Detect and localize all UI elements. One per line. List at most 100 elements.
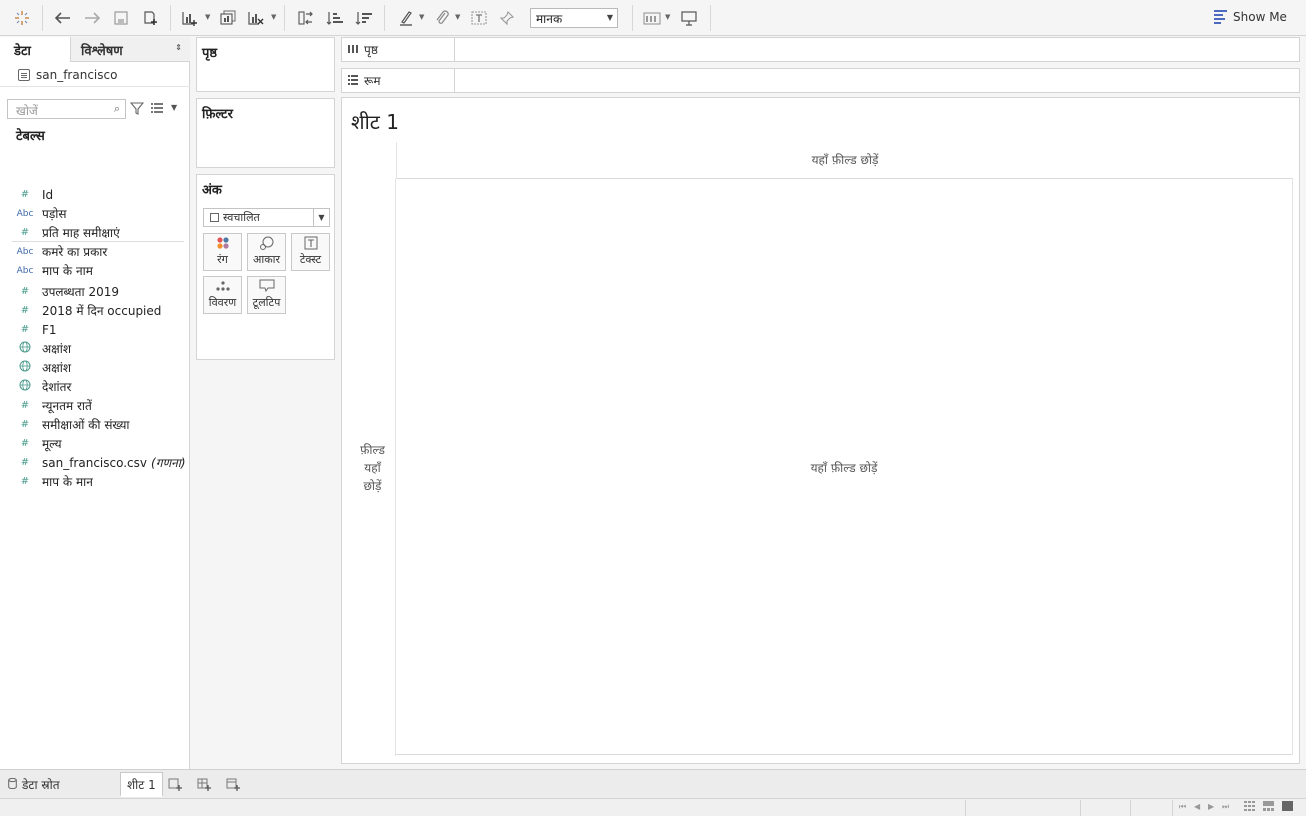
group-caret-icon[interactable]: ▼ (455, 13, 460, 21)
new-worksheet-icon[interactable] (178, 6, 202, 30)
tab-analysis[interactable]: विश्लेषण ⇕ (70, 37, 190, 62)
clear-sheet-caret-icon[interactable]: ▼ (271, 13, 276, 21)
filter-icon[interactable] (130, 101, 144, 115)
tab-sheet-1[interactable]: शीट 1 (120, 772, 163, 797)
size-mark-button[interactable]: आकार (247, 233, 286, 271)
field-item[interactable]: # समीक्षाओं की संख्या (16, 415, 186, 434)
datasource-icon (18, 68, 30, 81)
tab-view-icon[interactable] (1282, 801, 1293, 813)
globe-icon (16, 379, 34, 395)
field-item[interactable]: Abc कमरे का प्रकार (16, 242, 186, 261)
chevron-down-icon: ▼ (313, 209, 329, 226)
list-view-icon[interactable] (151, 103, 163, 113)
field-label: मूल्य (42, 437, 62, 451)
new-dashboard-tab-icon[interactable] (196, 776, 212, 792)
field-label: san_francisco.csv (42, 455, 148, 470)
collapse-icon[interactable]: ⇕ (175, 43, 182, 52)
field-label: अक्षांश (42, 361, 72, 375)
field-label: समीक्षाओं की संख्या (42, 418, 130, 432)
group-icon[interactable] (430, 6, 454, 30)
field-item[interactable]: # न्यूनतम रातें (16, 396, 186, 415)
datasource-item[interactable]: san_francisco (0, 63, 190, 87)
field-label: प्रति माह समीक्षाएं (42, 226, 120, 240)
fit-dropdown[interactable]: मानक ▼ (530, 8, 618, 28)
show-cards-caret-icon[interactable]: ▼ (665, 13, 670, 21)
string-type-icon: Abc (16, 208, 34, 219)
number-type-icon: # (20, 189, 30, 200)
field-item[interactable]: # san_francisco.csv (गणना) (16, 453, 186, 472)
redo-icon[interactable] (80, 6, 104, 30)
field-item[interactable]: # उपलब्धता 2019 (16, 282, 186, 301)
new-worksheet-tab-icon[interactable] (167, 776, 183, 792)
highlight-caret-icon[interactable]: ▼ (419, 13, 424, 21)
tableau-logo-icon[interactable] (10, 6, 34, 30)
sort-descending-icon[interactable] (352, 6, 376, 30)
last-page-icon[interactable]: ⏭ (1222, 802, 1229, 812)
sheet-tabs-bar: डेटा स्रोत शीट 1 (0, 769, 1306, 798)
previous-page-icon[interactable]: ◀ (1194, 802, 1200, 811)
field-item[interactable]: अक्षांश (16, 358, 186, 377)
show-labels-icon[interactable] (467, 6, 491, 30)
first-page-icon[interactable]: ⏮ (1179, 802, 1186, 812)
show-cards-icon[interactable] (640, 6, 664, 30)
color-mark-button[interactable]: रंग (203, 233, 242, 271)
tab-data-source[interactable]: डेटा स्रोत (2, 772, 66, 797)
row-drop-zone[interactable]: फ़ील्ड यहाँ छोड़ें (350, 179, 396, 756)
mark-type-dropdown[interactable]: स्वचालित ▼ (203, 208, 330, 227)
column-drop-zone[interactable]: यहाँ फ़ील्ड छोड़ें (396, 142, 1293, 179)
field-item[interactable]: # मूल्य (16, 434, 186, 453)
text-mark-label: टेक्स्ट (299, 253, 322, 266)
save-icon[interactable] (109, 6, 133, 30)
sheet-title[interactable]: शीट 1 (351, 108, 399, 135)
status-bar: ⏮ ◀ ▶ ⏭ (0, 798, 1306, 816)
field-label: कमरे का प्रकार (42, 245, 108, 259)
filmstrip-view-icon[interactable] (1263, 801, 1274, 813)
columns-shelf[interactable]: पृष्ठ (341, 37, 1300, 62)
field-label: Id (42, 187, 54, 202)
pages-card-title: पृष्ठ (202, 46, 218, 61)
show-me-button[interactable]: Show Me (1214, 10, 1287, 24)
toolbar: ▼ ▼ ▼ ▼ मानक ▼ ▼ Show Me (0, 0, 1306, 36)
drop-field-here-main: यहाँ फ़ील्ड छोड़ें (810, 461, 878, 475)
filters-card[interactable]: फ़िल्टर (196, 98, 335, 168)
next-page-icon[interactable]: ▶ (1208, 802, 1214, 811)
field-item[interactable]: Abc पड़ोस (16, 204, 186, 223)
field-item[interactable]: # F1 (16, 320, 186, 339)
tab-data[interactable]: डेटा (0, 37, 70, 62)
view-caret-icon[interactable]: ▼ (171, 103, 177, 112)
rows-shelf[interactable]: रूम (341, 68, 1300, 93)
duplicate-sheet-icon[interactable] (216, 6, 240, 30)
field-item[interactable]: # प्रति माह समीक्षाएं (16, 223, 186, 242)
pages-card[interactable]: पृष्ठ (196, 37, 335, 92)
field-item[interactable]: अक्षांश (16, 339, 186, 358)
highlight-icon[interactable] (394, 6, 418, 30)
field-item[interactable]: देशांतर (16, 377, 186, 396)
field-item[interactable]: Abc माप के नाम (16, 261, 186, 280)
presentation-icon[interactable] (677, 6, 701, 30)
field-item[interactable]: #2018 में दिन occupied (16, 301, 186, 320)
sort-ascending-icon[interactable] (323, 6, 347, 30)
text-mark-button[interactable]: टेक्स्ट (291, 233, 330, 271)
search-input[interactable]: खोजें ⌕ (7, 99, 126, 119)
field-suffix: (गणना) (151, 456, 186, 470)
field-item[interactable]: # माप के मान (16, 472, 186, 491)
view-drop-zone[interactable]: यहाँ फ़ील्ड छोड़ें (396, 179, 1293, 755)
grid-view-icon[interactable] (1244, 801, 1255, 813)
field-label: माप के मान (42, 475, 93, 489)
clear-sheet-icon[interactable] (244, 6, 268, 30)
swap-icon[interactable] (294, 6, 318, 30)
detail-mark-button[interactable]: विवरण (203, 276, 242, 314)
marks-card-title: अंक (202, 183, 222, 198)
add-datasource-icon[interactable] (138, 6, 162, 30)
undo-icon[interactable] (51, 6, 75, 30)
pin-icon[interactable] (495, 6, 519, 30)
mark-type-square-icon (210, 213, 219, 222)
string-type-icon: Abc (16, 246, 34, 257)
color-icon (216, 234, 230, 251)
data-pane: डेटा विश्लेषण ⇕ san_francisco खोजें ⌕ ▼ … (0, 37, 190, 769)
new-story-tab-icon[interactable] (225, 776, 241, 792)
new-worksheet-caret-icon[interactable]: ▼ (205, 13, 210, 21)
tooltip-mark-button[interactable]: टूलटिप (247, 276, 286, 314)
field-item[interactable]: # Id (16, 185, 186, 204)
number-type-icon: # (20, 476, 30, 487)
